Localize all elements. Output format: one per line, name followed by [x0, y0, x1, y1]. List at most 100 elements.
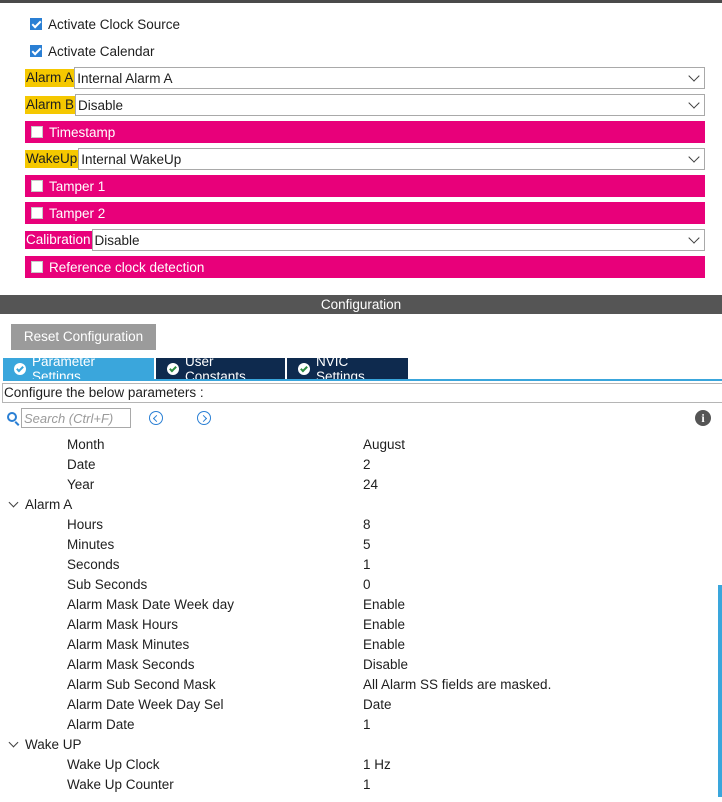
param-value[interactable]: Enable: [363, 637, 405, 652]
alarm-a-select[interactable]: Internal Alarm A: [74, 67, 705, 89]
param-group-label: Alarm A: [25, 497, 73, 512]
alarm-a-value: Internal Alarm A: [77, 70, 173, 86]
tamper-2-checkbox[interactable]: [31, 207, 43, 219]
alarm-b-select[interactable]: Disable: [75, 94, 705, 116]
param-row-month[interactable]: Month August: [0, 435, 722, 455]
param-name: Alarm Mask Date Week day: [67, 597, 235, 612]
tamper-1-row[interactable]: Tamper 1: [25, 175, 705, 197]
activate-calendar-checkbox[interactable]: [30, 45, 42, 57]
alarm-a-row: Alarm A Internal Alarm A: [25, 67, 705, 89]
param-name: Alarm Sub Second Mask: [67, 677, 216, 692]
param-value[interactable]: 5: [363, 537, 371, 552]
param-row-minutes[interactable]: Minutes 5: [0, 535, 722, 555]
check-circle-icon: [167, 362, 179, 375]
wakeup-select[interactable]: Internal WakeUp: [78, 148, 705, 170]
tamper-2-label: Tamper 2: [49, 205, 106, 221]
param-row-sub-seconds[interactable]: Sub Seconds 0: [0, 575, 722, 595]
calibration-label: Calibration: [25, 231, 92, 249]
param-name: Alarm Mask Minutes: [67, 637, 190, 652]
param-value[interactable]: 1: [363, 717, 371, 732]
parameters-header: Configure the below parameters :: [2, 383, 722, 403]
activate-clock-source-label: Activate Clock Source: [48, 16, 181, 32]
chevron-down-icon[interactable]: [8, 737, 19, 748]
param-value[interactable]: Disable: [363, 657, 408, 672]
param-name: Hours: [67, 517, 104, 532]
param-value[interactable]: 8: [363, 517, 371, 532]
param-name: Alarm Date: [67, 717, 135, 732]
reference-clock-checkbox[interactable]: [31, 261, 43, 273]
param-value[interactable]: Enable: [363, 617, 405, 632]
param-value[interactable]: 0: [363, 577, 371, 592]
param-name: Date: [67, 457, 96, 472]
param-value[interactable]: All Alarm SS fields are masked.: [363, 677, 551, 692]
calibration-value: Disable: [94, 232, 140, 248]
param-row-sub-second-mask[interactable]: Alarm Sub Second Mask All Alarm SS field…: [0, 675, 722, 695]
activate-calendar-row[interactable]: Activate Calendar: [30, 42, 155, 60]
check-circle-icon: [14, 362, 26, 375]
param-name: Minutes: [67, 537, 115, 552]
param-name: Month: [67, 437, 105, 452]
wakeup-label: WakeUp: [25, 150, 79, 168]
param-group-wake-up[interactable]: Wake UP: [0, 735, 722, 755]
param-group-alarm-a[interactable]: Alarm A: [0, 495, 722, 515]
param-row-mask-hours[interactable]: Alarm Mask Hours Enable: [0, 615, 722, 635]
param-name: Wake Up Clock: [67, 757, 160, 772]
param-value[interactable]: 1: [363, 777, 371, 792]
tab-user-constants[interactable]: User Constants: [156, 354, 285, 384]
param-row-date-week-day-sel[interactable]: Alarm Date Week Day Sel Date: [0, 695, 722, 715]
alarm-b-row: Alarm B Disable: [25, 94, 705, 116]
tamper-2-row[interactable]: Tamper 2: [25, 202, 705, 224]
tamper-1-checkbox[interactable]: [31, 180, 43, 192]
next-result-icon[interactable]: [197, 411, 211, 425]
reference-clock-row[interactable]: Reference clock detection: [25, 256, 705, 278]
reset-configuration-button[interactable]: Reset Configuration: [11, 324, 156, 350]
alarm-a-label: Alarm A: [25, 69, 75, 87]
param-name: Wake Up Counter: [67, 777, 174, 792]
param-value[interactable]: 2: [363, 457, 371, 472]
activate-clock-source-checkbox[interactable]: [30, 18, 42, 30]
wakeup-value: Internal WakeUp: [81, 151, 182, 167]
chevron-down-icon[interactable]: [8, 497, 19, 508]
param-name: Sub Seconds: [67, 577, 148, 592]
activate-clock-source-row[interactable]: Activate Clock Source: [30, 15, 180, 33]
previous-result-icon[interactable]: [149, 411, 163, 425]
calibration-select[interactable]: Disable: [91, 229, 705, 251]
vertical-scrollbar[interactable]: [718, 585, 722, 797]
param-name: Alarm Mask Seconds: [67, 657, 195, 672]
tab-underline: [3, 379, 722, 381]
param-row-seconds[interactable]: Seconds 1: [0, 555, 722, 575]
parameter-tree: Month August Date 2 Year 24 Alarm A Hour…: [0, 435, 722, 795]
param-value[interactable]: 1 Hz: [363, 757, 391, 772]
tamper-1-label: Tamper 1: [49, 178, 106, 194]
param-row-wake-up-counter[interactable]: Wake Up Counter 1: [0, 775, 722, 795]
param-row-mask-minutes[interactable]: Alarm Mask Minutes Enable: [0, 635, 722, 655]
activate-calendar-label: Activate Calendar: [48, 43, 155, 59]
param-row-mask-seconds[interactable]: Alarm Mask Seconds Disable: [0, 655, 722, 675]
param-value[interactable]: 24: [363, 477, 378, 492]
param-name: Year: [67, 477, 95, 492]
param-group-label: Wake UP: [25, 737, 82, 752]
tab-bar: Parameter Settings User Constants NVIC S…: [3, 354, 410, 384]
param-value[interactable]: Enable: [363, 597, 405, 612]
param-row-wake-up-clock[interactable]: Wake Up Clock 1 Hz: [0, 755, 722, 775]
param-value[interactable]: August: [363, 437, 405, 452]
chevron-down-icon: [688, 97, 700, 109]
search-input[interactable]: [21, 408, 131, 428]
param-name: Seconds: [67, 557, 120, 572]
timestamp-row[interactable]: Timestamp: [25, 121, 705, 143]
param-row-date[interactable]: Date 2: [0, 455, 722, 475]
param-name: Alarm Date Week Day Sel: [67, 697, 224, 712]
chevron-down-icon: [688, 70, 700, 82]
param-row-mask-date-week-day[interactable]: Alarm Mask Date Week day Enable: [0, 595, 722, 615]
tab-parameter-settings[interactable]: Parameter Settings: [3, 354, 154, 384]
timestamp-checkbox[interactable]: [31, 126, 43, 138]
param-row-alarm-date[interactable]: Alarm Date 1: [0, 715, 722, 735]
tab-nvic-settings[interactable]: NVIC Settings: [287, 354, 408, 384]
info-icon[interactable]: i: [695, 410, 711, 426]
param-value[interactable]: 1: [363, 557, 371, 572]
param-row-hours[interactable]: Hours 8: [0, 515, 722, 535]
timestamp-label: Timestamp: [49, 124, 116, 140]
search-icon: [7, 412, 17, 422]
param-row-year[interactable]: Year 24: [0, 475, 722, 495]
param-value[interactable]: Date: [363, 697, 392, 712]
